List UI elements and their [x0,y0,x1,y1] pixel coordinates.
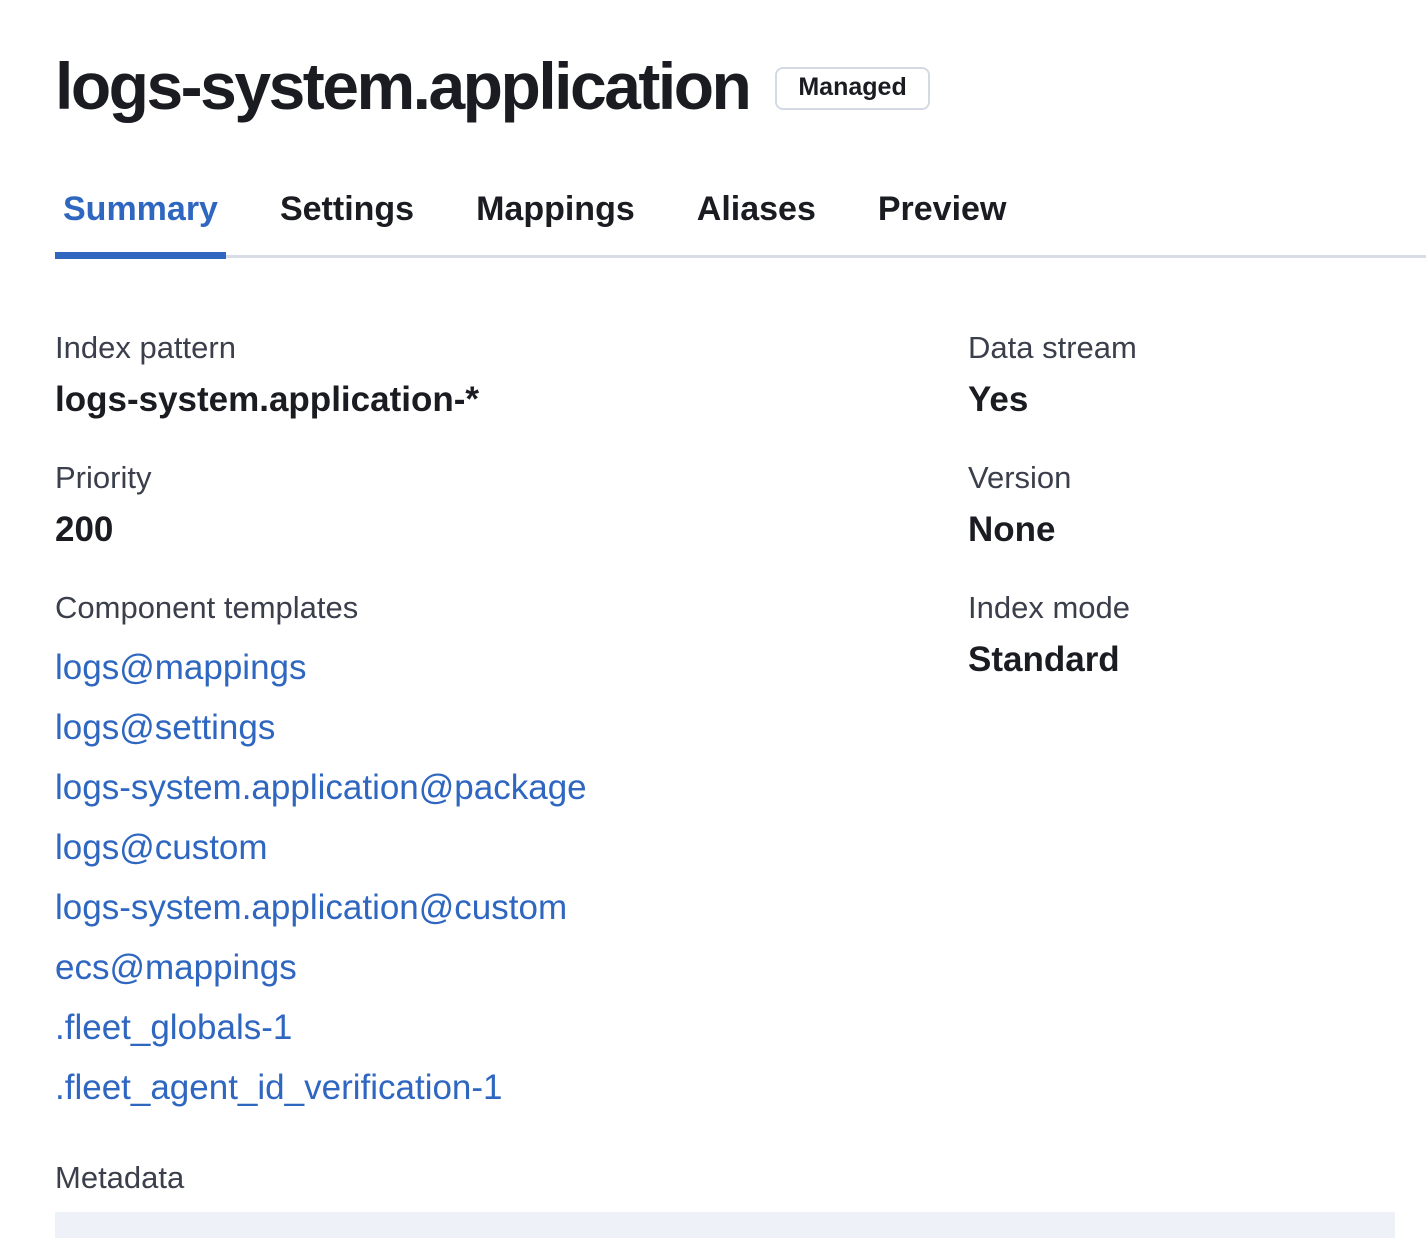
header: logs-system.application Managed [55,48,1426,124]
summary-left-column: Index pattern logs-system.application-* … [55,328,968,1154]
component-template-link[interactable]: logs@settings [55,698,968,758]
component-template-link[interactable]: ecs@mappings [55,938,968,998]
component-templates-row: Component templates logs@mappings logs@s… [55,588,968,1118]
priority-value: 200 [55,508,968,552]
summary-content: Index pattern logs-system.application-* … [55,328,1426,1154]
data-stream-row: Data stream Yes [968,328,1426,422]
component-template-link[interactable]: logs@custom [55,818,968,878]
template-details-flyout: logs-system.application Managed Summary … [0,48,1426,1238]
managed-badge: Managed [775,67,929,110]
index-mode-label: Index mode [968,588,1426,628]
tab-summary[interactable]: Summary [55,190,226,255]
page-title: logs-system.application [55,48,749,124]
priority-row: Priority 200 [55,458,968,552]
priority-label: Priority [55,458,968,498]
component-template-link[interactable]: logs-system.application@package [55,758,968,818]
index-mode-value: Standard [968,638,1426,682]
tab-preview[interactable]: Preview [870,190,1015,255]
version-value: None [968,508,1426,552]
component-template-link[interactable]: .fleet_agent_id_verification-1 [55,1058,968,1118]
metadata-label: Metadata [55,1158,1426,1198]
tab-aliases[interactable]: Aliases [689,190,824,255]
component-template-link[interactable]: logs@mappings [55,638,968,698]
tab-bar: Summary Settings Mappings Aliases Previe… [55,190,1426,258]
metadata-section: Metadata [55,1158,1426,1238]
component-templates-label: Component templates [55,588,968,628]
version-row: Version None [968,458,1426,552]
version-label: Version [968,458,1426,498]
data-stream-value: Yes [968,378,1426,422]
component-template-link[interactable]: logs-system.application@custom [55,878,968,938]
index-pattern-value: logs-system.application-* [55,378,968,422]
component-template-link[interactable]: .fleet_globals-1 [55,998,968,1058]
data-stream-label: Data stream [968,328,1426,368]
tab-settings[interactable]: Settings [272,190,422,255]
summary-right-column: Data stream Yes Version None Index mode … [968,328,1426,1154]
tab-mappings[interactable]: Mappings [468,190,643,255]
index-pattern-row: Index pattern logs-system.application-* [55,328,968,422]
metadata-code-block [55,1212,1395,1238]
component-templates-list: logs@mappings logs@settings logs-system.… [55,638,968,1118]
index-mode-row: Index mode Standard [968,588,1426,682]
index-pattern-label: Index pattern [55,328,968,368]
